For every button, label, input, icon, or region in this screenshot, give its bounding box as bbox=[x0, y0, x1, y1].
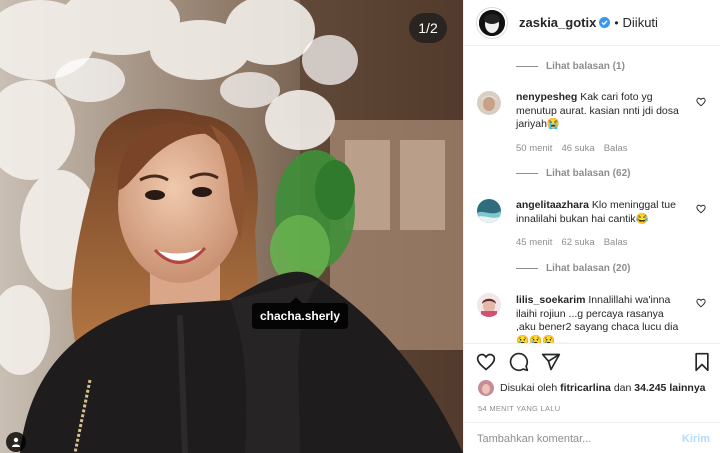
author-username[interactable]: zaskia_gotix bbox=[519, 15, 596, 30]
bookmark-icon[interactable] bbox=[692, 352, 712, 372]
comment-text: lilis_soekarim Innalillahi wa'inna ilaih… bbox=[516, 294, 679, 343]
avatar-image bbox=[479, 9, 505, 36]
liker-avatar[interactable] bbox=[478, 380, 494, 396]
comment-like-icon[interactable] bbox=[696, 204, 706, 214]
comments-list[interactable]: Lihat balasan (1) nenypesheg Kak cari fo… bbox=[464, 47, 720, 343]
comment-meta: 50 menit 46 suka Balas bbox=[516, 143, 628, 154]
action-icons bbox=[476, 352, 712, 376]
post-photo[interactable]: 1/2 chacha.sherly bbox=[0, 0, 463, 453]
comment-like-icon[interactable] bbox=[696, 97, 706, 107]
post-timestamp[interactable]: 54 MENIT YANG LALU bbox=[478, 404, 561, 413]
add-comment-bar: Kirim bbox=[464, 422, 720, 453]
commenter-avatar[interactable] bbox=[477, 293, 501, 317]
comment-like-icon[interactable] bbox=[696, 298, 706, 308]
reply-button[interactable]: Balas bbox=[604, 237, 628, 248]
commenter-avatar[interactable] bbox=[477, 199, 501, 223]
instagram-post-modal: 1/2 chacha.sherly zaskia_gotix • Diikuti… bbox=[0, 0, 720, 453]
commenter-username[interactable]: nenypesheg bbox=[516, 91, 577, 103]
photo-image bbox=[0, 0, 463, 453]
tagged-users-button[interactable] bbox=[6, 432, 26, 452]
view-replies-button[interactable]: Lihat balasan (20) bbox=[516, 263, 630, 274]
comment-likes[interactable]: 62 suka bbox=[561, 237, 594, 248]
header-separator: • bbox=[614, 15, 619, 30]
comment-icon[interactable] bbox=[509, 352, 529, 372]
like-icon[interactable] bbox=[476, 352, 496, 372]
commenter-avatar[interactable] bbox=[477, 91, 501, 115]
photo-counter: 1/2 bbox=[409, 13, 447, 43]
view-replies-button[interactable]: Lihat balasan (62) bbox=[516, 168, 630, 179]
follow-status[interactable]: Diikuti bbox=[623, 15, 658, 30]
commenter-username[interactable]: angelitaazhara bbox=[516, 199, 589, 211]
comment-meta: 45 menit 62 suka Balas bbox=[516, 237, 628, 248]
author-avatar[interactable] bbox=[476, 6, 508, 39]
share-icon[interactable] bbox=[541, 352, 561, 372]
comment-input[interactable] bbox=[477, 432, 667, 445]
comment-text: nenypesheg Kak cari foto yg menutup aura… bbox=[516, 91, 679, 130]
likes-count[interactable]: 34.245 lainnya bbox=[634, 382, 705, 394]
likes-summary: Disukai oleh fitricarlina dan 34.245 lai… bbox=[478, 380, 706, 396]
view-replies-button[interactable]: Lihat balasan (1) bbox=[516, 61, 625, 72]
post-sidebar: zaskia_gotix • Diikuti Lihat balasan (1) bbox=[463, 0, 720, 453]
person-icon bbox=[12, 437, 20, 447]
liker-username[interactable]: fitricarlina bbox=[560, 382, 611, 394]
user-tag[interactable]: chacha.sherly bbox=[252, 297, 349, 329]
post-actions: Disukai oleh fitricarlina dan 34.245 lai… bbox=[464, 343, 720, 453]
commenter-username[interactable]: lilis_soekarim bbox=[516, 294, 585, 306]
reply-button[interactable]: Balas bbox=[604, 143, 628, 154]
verified-icon bbox=[599, 17, 611, 28]
post-comment-button[interactable]: Kirim bbox=[682, 433, 710, 445]
comment-text: angelitaazhara Klo meninggal tue innalil… bbox=[516, 199, 676, 225]
comment-likes[interactable]: 46 suka bbox=[561, 143, 594, 154]
post-header: zaskia_gotix • Diikuti bbox=[464, 0, 720, 46]
